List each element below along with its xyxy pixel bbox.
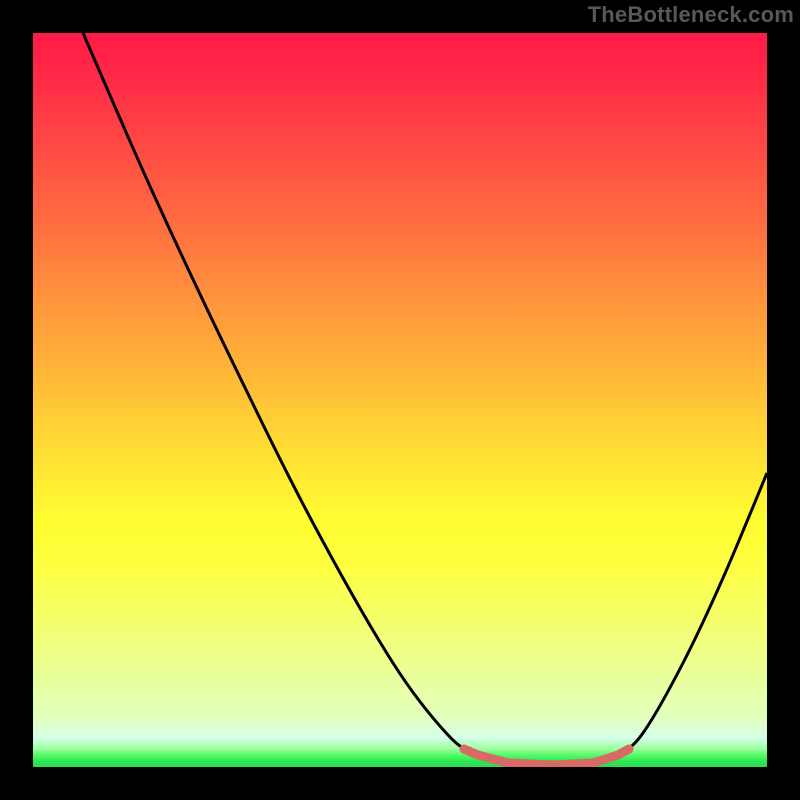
bottleneck-curve <box>83 33 767 765</box>
watermark-text: TheBottleneck.com <box>588 2 794 28</box>
chart-svg <box>33 33 767 767</box>
chart-plot-area <box>33 33 767 767</box>
flat-bottom-highlight <box>464 749 629 765</box>
app-frame: TheBottleneck.com <box>0 0 800 800</box>
